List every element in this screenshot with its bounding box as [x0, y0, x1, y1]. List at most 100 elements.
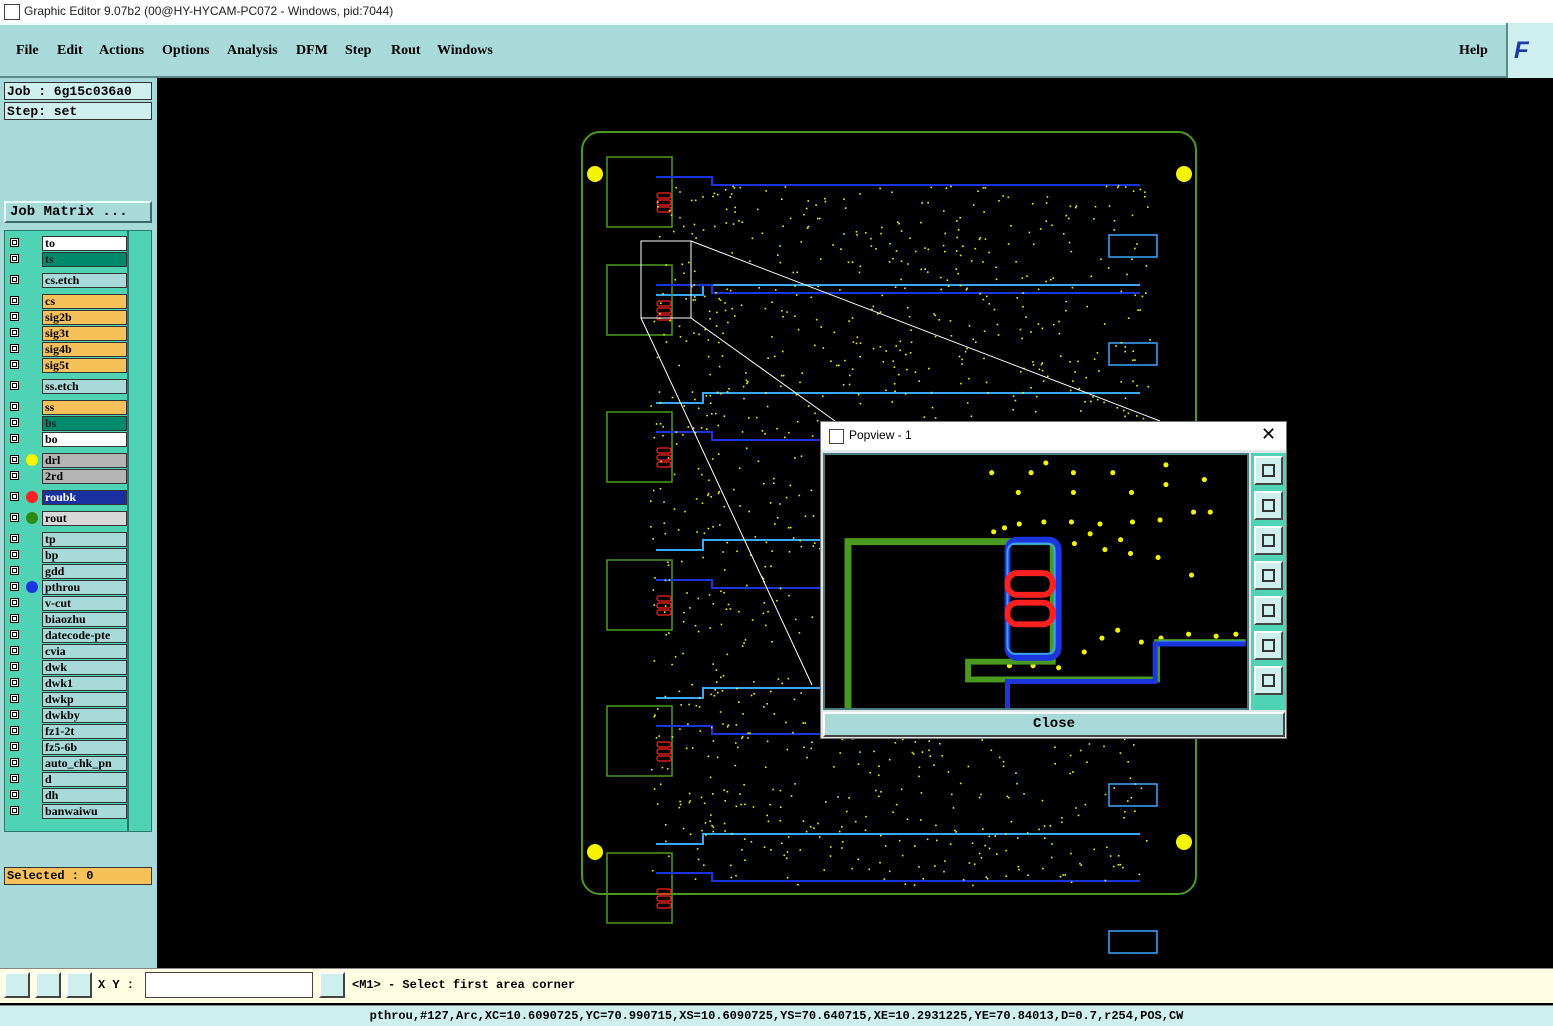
pan-right-icon[interactable] — [1254, 596, 1283, 625]
layer-list-scrollbar[interactable] — [128, 230, 152, 832]
menu-step[interactable]: Step — [345, 43, 371, 59]
layer-checkbox[interactable] — [10, 710, 19, 719]
layer-checkbox[interactable] — [10, 774, 19, 783]
layer-checkbox[interactable] — [10, 742, 19, 751]
menu-help[interactable]: Help — [1459, 43, 1488, 59]
layer-row-d[interactable]: d — [7, 772, 127, 787]
layer-row-rout[interactable]: rout — [7, 511, 127, 526]
layer-row-dwk1[interactable]: dwk1 — [7, 676, 127, 691]
layer-checkbox[interactable] — [10, 550, 19, 559]
layer-row-auto-chk-pn[interactable]: auto_chk_pn — [7, 756, 127, 771]
layer-row-biaozhu[interactable]: biaozhu — [7, 612, 127, 627]
layer-row-dwk[interactable]: dwk — [7, 660, 127, 675]
menu-edit[interactable]: Edit — [57, 43, 83, 59]
menu-file[interactable]: File — [16, 43, 39, 59]
layer-row-dwkby[interactable]: dwkby — [7, 708, 127, 723]
drill-dot — [924, 247, 926, 249]
pan-up-icon[interactable] — [1254, 491, 1283, 520]
close-icon[interactable]: ✕ — [1261, 424, 1276, 445]
layer-checkbox[interactable] — [10, 402, 19, 411]
layer-row-roubk[interactable]: roubk — [7, 490, 127, 505]
layer-checkbox[interactable] — [10, 455, 19, 464]
layer-row-tp[interactable]: tp — [7, 532, 127, 547]
drill-dot — [722, 332, 724, 335]
layer-checkbox[interactable] — [10, 534, 19, 543]
layer-row-banwaiwu[interactable]: banwaiwu — [7, 804, 127, 819]
layer-checkbox[interactable] — [10, 513, 19, 522]
zoom-fit-icon[interactable] — [1254, 456, 1283, 485]
layer-row-datecode-pte[interactable]: datecode-pte — [7, 628, 127, 643]
zoom-in-icon[interactable] — [1254, 631, 1283, 660]
layer-checkbox[interactable] — [10, 630, 19, 639]
layer-checkbox[interactable] — [10, 726, 19, 735]
layer-checkbox[interactable] — [10, 646, 19, 655]
layer-row-bp[interactable]: bp — [7, 548, 127, 563]
layer-row-bs[interactable]: bs — [7, 416, 127, 431]
grid-snap-icon[interactable] — [66, 972, 92, 998]
menu-dfm[interactable]: DFM — [296, 43, 328, 59]
pan-left-icon[interactable] — [1254, 561, 1283, 590]
menu-analysis[interactable]: Analysis — [227, 43, 278, 59]
layer-checkbox[interactable] — [10, 662, 19, 671]
alert-icon[interactable] — [319, 972, 345, 998]
layer-checkbox[interactable] — [10, 360, 19, 369]
layer-row-cs-etch[interactable]: cs.etch — [7, 273, 127, 288]
layer-checkbox[interactable] — [10, 582, 19, 591]
zoom-out-icon[interactable] — [1254, 666, 1283, 695]
measure-icon[interactable] — [35, 972, 61, 998]
layer-checkbox[interactable] — [10, 344, 19, 353]
layer-row-bo[interactable]: bo — [7, 432, 127, 447]
layer-checkbox[interactable] — [10, 678, 19, 687]
layer-row-dwkp[interactable]: dwkp — [7, 692, 127, 707]
layer-row-sig4b[interactable]: sig4b — [7, 342, 127, 357]
layer-row-ss[interactable]: ss — [7, 400, 127, 415]
layer-checkbox[interactable] — [10, 275, 19, 284]
layer-row-gdd[interactable]: gdd — [7, 564, 127, 579]
layer-checkbox[interactable] — [10, 328, 19, 337]
menu-actions[interactable]: Actions — [99, 43, 144, 59]
layer-row-drl[interactable]: drl — [7, 453, 127, 468]
pan-down-icon[interactable] — [1254, 526, 1283, 555]
layer-checkbox[interactable] — [10, 312, 19, 321]
layer-checkbox[interactable] — [10, 296, 19, 305]
layer-row-fz1-2t[interactable]: fz1-2t — [7, 724, 127, 739]
job-matrix-button[interactable]: Job Matrix ... — [4, 201, 152, 223]
layer-row-ts[interactable]: ts — [7, 252, 127, 267]
menu-windows[interactable]: Windows — [437, 43, 493, 59]
layer-checkbox[interactable] — [10, 418, 19, 427]
layer-checkbox[interactable] — [10, 238, 19, 247]
layer-row-cs[interactable]: cs — [7, 294, 127, 309]
xy-input[interactable] — [145, 972, 313, 998]
drill-dot — [1050, 856, 1053, 859]
menu-options[interactable]: Options — [162, 43, 209, 59]
layer-checkbox[interactable] — [10, 694, 19, 703]
layer-checkbox[interactable] — [10, 566, 19, 575]
layer-checkbox[interactable] — [10, 381, 19, 390]
menu-rout[interactable]: Rout — [391, 43, 421, 59]
layer-row-ss-etch[interactable]: ss.etch — [7, 379, 127, 394]
popview-close-button[interactable]: Close — [823, 712, 1285, 737]
zoom-area-icon[interactable] — [4, 972, 30, 998]
layer-checkbox[interactable] — [10, 492, 19, 501]
layer-row-sig3t[interactable]: sig3t — [7, 326, 127, 341]
popview-canvas[interactable] — [823, 453, 1249, 710]
layer-row-dh[interactable]: dh — [7, 788, 127, 803]
layer-checkbox[interactable] — [10, 790, 19, 799]
layer-row-pthrou[interactable]: pthrou — [7, 580, 127, 595]
layer-checkbox[interactable] — [10, 806, 19, 815]
drill-dot — [1070, 881, 1073, 883]
layer-row-sig2b[interactable]: sig2b — [7, 310, 127, 325]
drill-dot — [703, 864, 705, 866]
layer-checkbox[interactable] — [10, 471, 19, 480]
layer-checkbox[interactable] — [10, 254, 19, 263]
layer-row-fz5-6b[interactable]: fz5-6b — [7, 740, 127, 755]
layer-row-to[interactable]: to — [7, 236, 127, 251]
layer-row-2rd[interactable]: 2rd — [7, 469, 127, 484]
layer-row-cvia[interactable]: cvia — [7, 644, 127, 659]
layer-checkbox[interactable] — [10, 598, 19, 607]
layer-checkbox[interactable] — [10, 758, 19, 767]
layer-checkbox[interactable] — [10, 434, 19, 443]
layer-row-v-cut[interactable]: v-cut — [7, 596, 127, 611]
layer-checkbox[interactable] — [10, 614, 19, 623]
layer-row-sig5t[interactable]: sig5t — [7, 358, 127, 373]
